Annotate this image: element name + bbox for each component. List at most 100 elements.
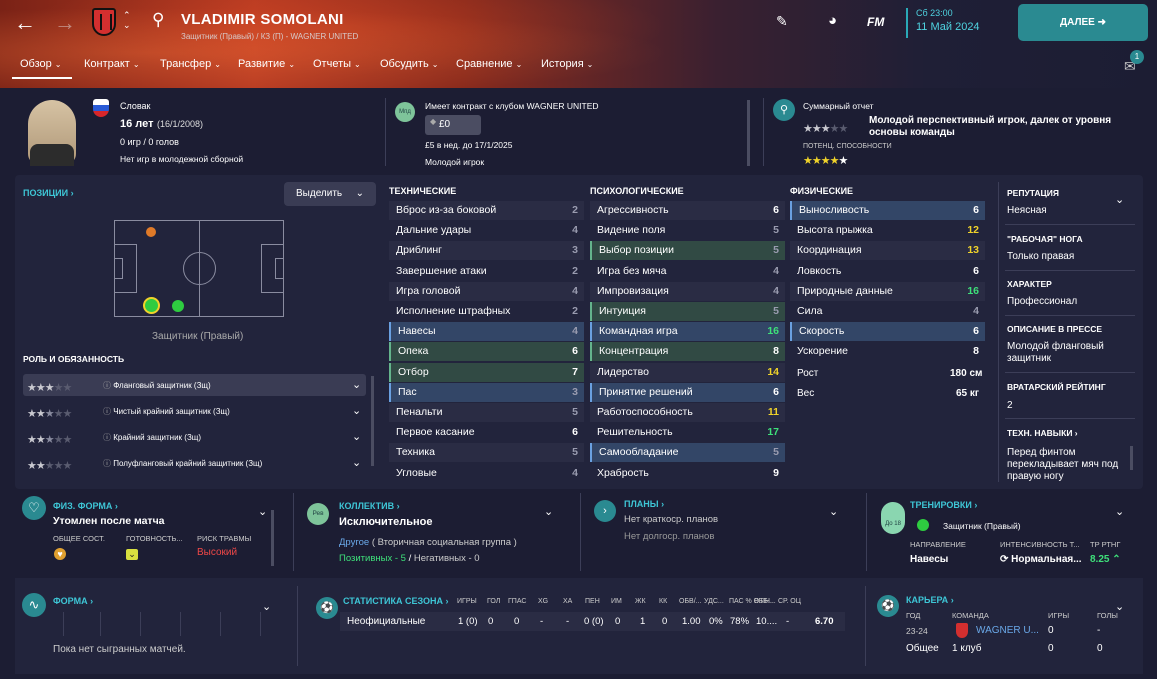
- chevron-down-icon[interactable]: ⌄: [352, 456, 361, 469]
- tab-reports[interactable]: Отчеты ⌄: [313, 58, 361, 70]
- injury-risk-label: РИСК ТРАВМЫ: [197, 534, 252, 543]
- divider: [865, 586, 866, 666]
- highlight-dropdown[interactable]: Выделить ⌄: [284, 182, 376, 206]
- chevron-down-icon[interactable]: ⌄: [829, 505, 838, 518]
- chevron-updown-icon[interactable]: ⌃ ⌄: [123, 10, 131, 30]
- attribute-row[interactable]: Отбор 7: [389, 362, 584, 382]
- tab-history[interactable]: История ⌄: [541, 58, 593, 70]
- attribute-row[interactable]: Игра без мяча 4: [590, 262, 785, 281]
- tab-development[interactable]: Развитие ⌄: [238, 58, 295, 70]
- attribute-row[interactable]: Пенальти 5: [389, 403, 584, 422]
- attribute-value: 5: [773, 244, 779, 257]
- attribute-row[interactable]: Выбор позиции 5: [590, 241, 785, 261]
- role-label[interactable]: ⓘ Фланговый защитник (Зщ): [103, 380, 211, 391]
- chevron-down-icon[interactable]: ⌄: [544, 505, 553, 518]
- attribute-row[interactable]: Первое касание 6: [389, 423, 584, 442]
- stats-value: 10....: [756, 616, 778, 627]
- attribute-row[interactable]: Дальние удары 4: [389, 221, 584, 240]
- training-focus[interactable]: Навесы: [910, 554, 948, 565]
- attribute-row[interactable]: Интуиция 5: [590, 302, 785, 321]
- scrollbar[interactable]: [747, 100, 750, 166]
- tab-contract[interactable]: Контракт ⌄: [84, 58, 140, 70]
- attribute-row[interactable]: Агрессивность 6: [590, 201, 785, 220]
- globe-icon[interactable]: ◕: [828, 12, 837, 29]
- attribute-row[interactable]: Видение поля 5: [590, 221, 785, 240]
- attribute-row[interactable]: Завершение атаки 2: [389, 262, 584, 281]
- date-day: Сб 23:00: [916, 8, 953, 18]
- forward-arrow-icon[interactable]: →: [52, 10, 78, 36]
- attribute-row[interactable]: Высота прыжка 12: [790, 221, 985, 240]
- search-report-icon[interactable]: ⚲: [773, 99, 795, 121]
- chevron-down-icon[interactable]: ⌄: [352, 378, 361, 391]
- tech-skills-title[interactable]: ТЕХН. НАВЫКИ ›: [1007, 428, 1078, 438]
- reputation-title: РЕПУТАЦИЯ: [1007, 188, 1059, 198]
- attribute-name: Командная игра: [599, 325, 678, 338]
- attribute-row[interactable]: Опека 6: [389, 342, 584, 362]
- scrollbar[interactable]: [1130, 446, 1133, 470]
- role-label[interactable]: ⓘ Чистый крайний защитник (Зщ): [103, 406, 230, 417]
- chevron-down-icon[interactable]: ⌄: [262, 600, 271, 613]
- attribute-row[interactable]: Храбрость 9: [590, 464, 785, 483]
- chevron-down-icon[interactable]: ⌄: [258, 505, 267, 518]
- fitness-title[interactable]: ФИЗ. ФОРМА ›: [53, 501, 118, 511]
- attribute-row[interactable]: Природные данные 16: [790, 281, 985, 301]
- chevron-down-icon[interactable]: ⌄: [1115, 505, 1124, 518]
- attribute-row[interactable]: Лидерство 14: [590, 362, 785, 382]
- continue-button[interactable]: ДАЛЕЕ ➜: [1018, 4, 1148, 41]
- attribute-row[interactable]: Импровизация 4: [590, 281, 785, 301]
- form-title[interactable]: ФОРМА ›: [53, 596, 93, 606]
- attribute-row[interactable]: Пас 3: [389, 382, 584, 402]
- attribute-row[interactable]: Выносливость 6: [790, 201, 985, 220]
- attribute-row[interactable]: Координация 13: [790, 241, 985, 261]
- attribute-row[interactable]: Техника 5: [389, 443, 584, 463]
- search-icon[interactable]: ⚲: [152, 10, 164, 30]
- attribute-row[interactable]: Дриблинг 3: [389, 241, 584, 261]
- season-stats-title[interactable]: СТАТИСТИКА СЕЗОНА ›: [343, 596, 448, 606]
- fm-logo[interactable]: FM: [867, 15, 884, 29]
- scrollbar[interactable]: [271, 510, 274, 566]
- attribute-row[interactable]: Принятие решений 6: [590, 382, 785, 402]
- chevron-down-icon[interactable]: ⌄: [1115, 193, 1124, 206]
- attribute-row[interactable]: Скорость 6: [790, 322, 985, 342]
- attribute-row[interactable]: Решительность 17: [590, 423, 785, 442]
- attribute-row[interactable]: Концентрация 8: [590, 342, 785, 362]
- attribute-row[interactable]: Вброс из-за боковой 2: [389, 201, 584, 220]
- game-date[interactable]: Сб 23:00 11 Май 2024: [906, 8, 980, 38]
- attribute-row[interactable]: Работоспособность 11: [590, 403, 785, 422]
- club-crest-icon[interactable]: [92, 8, 116, 36]
- attribute-row[interactable]: Исполнение штрафных 2: [389, 302, 584, 321]
- positions-title[interactable]: ПОЗИЦИИ ›: [23, 188, 74, 198]
- attribute-row[interactable]: Командная игра 16: [590, 322, 785, 342]
- back-arrow-icon[interactable]: ←: [12, 10, 38, 36]
- stats-col-header: ИГРЫ: [457, 598, 477, 605]
- youth-caps: Нет игр в молодежной сборной: [120, 154, 244, 164]
- plans-title[interactable]: ПЛАНЫ ›: [624, 499, 664, 509]
- training-intensity[interactable]: ⟳ Нормальная...: [1000, 554, 1082, 565]
- attribute-row[interactable]: Навесы 4: [389, 322, 584, 342]
- career-team-link[interactable]: WAGNER U...: [976, 625, 1039, 636]
- attribute-value: 2: [572, 204, 578, 216]
- career-title[interactable]: КАРЬЕРА ›: [906, 595, 954, 605]
- chevron-down-icon[interactable]: ⌄: [352, 430, 361, 443]
- tab-overview[interactable]: Обзор ⌄: [20, 58, 61, 70]
- role-label[interactable]: ⓘ Полуфланговый крайний защитник (Зщ): [103, 458, 262, 469]
- social-group[interactable]: Другое ( Вторичная социальная группа ): [339, 537, 517, 548]
- trend-up-icon: ⌃: [1112, 554, 1121, 565]
- scrollbar[interactable]: [371, 376, 374, 466]
- attribute-row[interactable]: Ловкость 6: [790, 262, 985, 281]
- attribute-row[interactable]: Ускорение 8: [790, 342, 985, 361]
- tab-transfer[interactable]: Трансфер ⌄: [160, 58, 221, 70]
- attribute-value: 6: [973, 264, 979, 277]
- edit-icon[interactable]: ✎: [776, 13, 788, 30]
- attribute-value: 17: [767, 426, 779, 439]
- chevron-down-icon[interactable]: ⌄: [352, 404, 361, 417]
- tab-discuss[interactable]: Обсудить ⌄: [380, 58, 438, 70]
- training-title[interactable]: ТРЕНИРОВКИ ›: [910, 500, 977, 510]
- attribute-row[interactable]: Игра головой 4: [389, 281, 584, 301]
- attribute-row[interactable]: Сила 4: [790, 302, 985, 321]
- attribute-row[interactable]: Самообладание 5: [590, 443, 785, 463]
- tab-compare[interactable]: Сравнение ⌄: [456, 58, 522, 70]
- role-label[interactable]: ⓘ Крайний защитник (Зщ): [103, 432, 201, 443]
- attribute-row[interactable]: Угловые 4: [389, 464, 584, 483]
- team-title[interactable]: КОЛЛЕКТИВ ›: [339, 501, 400, 511]
